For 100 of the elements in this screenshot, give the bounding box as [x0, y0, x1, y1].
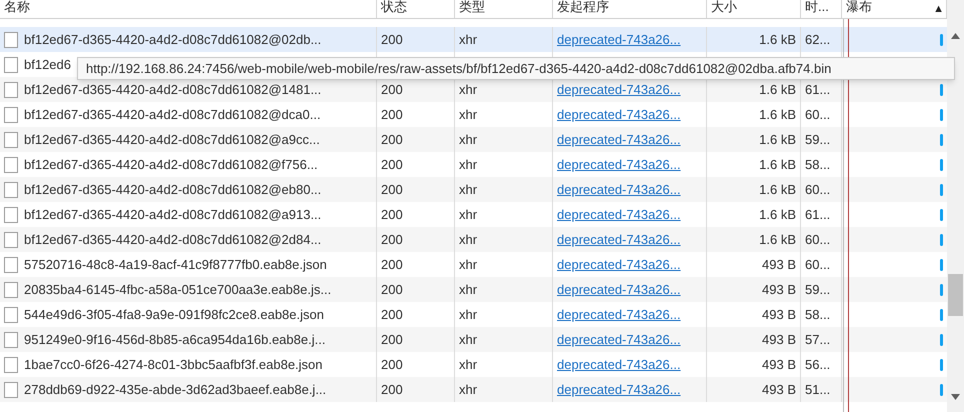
- initiator-link[interactable]: deprecated-743a26...: [557, 380, 681, 400]
- status-code: 200: [381, 306, 403, 324]
- response-size: 1.6 kB: [759, 206, 796, 224]
- request-row[interactable]: 278ddb69-d922-435e-abde-3d62ad3baeef.eab8e.j... 200 xhr deprecated-743a26... 493 B 51...: [0, 377, 947, 402]
- request-time: 58...: [805, 156, 830, 174]
- request-row[interactable]: bf12ed67-d365-4420-a4d2-d08c7dd61082@2d84... 200 xhr deprecated-743a26... 1.6 kB 60...: [0, 227, 947, 252]
- row-checkbox-icon[interactable]: [4, 182, 18, 198]
- column-header[interactable]: 状态: [381, 0, 407, 12]
- waterfall-bar: [940, 334, 943, 346]
- initiator-link[interactable]: deprecated-743a26...: [557, 180, 681, 200]
- scroll-up-icon[interactable]: [951, 33, 960, 39]
- row-checkbox-icon[interactable]: [4, 106, 18, 122]
- row-checkbox-icon[interactable]: [4, 56, 18, 72]
- status-code: 200: [381, 230, 403, 249]
- waterfall-bar: [940, 208, 943, 220]
- row-checkbox-icon[interactable]: [4, 256, 18, 272]
- initiator-link[interactable]: deprecated-743a26...: [557, 154, 681, 174]
- request-name: bf12ed6: [24, 56, 71, 74]
- request-name: bf12ed67-d365-4420-a4d2-d08c7dd61082@eb80...: [24, 180, 322, 199]
- row-checkbox-icon[interactable]: [4, 32, 18, 48]
- request-time: 56...: [805, 356, 830, 374]
- request-time: 57...: [805, 330, 830, 349]
- request-type: xhr: [459, 80, 478, 99]
- request-row[interactable]: bf12ed67-d365-4420-a4d2-d08c7dd61082@02db... 200 xhr deprecated-743a26... 1.6 kB 62...: [0, 27, 947, 52]
- column-header[interactable]: 时...: [805, 0, 829, 12]
- request-type: xhr: [459, 306, 478, 324]
- initiator-link[interactable]: deprecated-743a26...: [557, 230, 681, 250]
- row-checkbox-icon[interactable]: [4, 356, 18, 372]
- status-code: 200: [381, 180, 403, 199]
- column-header[interactable]: 类型: [459, 0, 485, 12]
- response-size: 1.6 kB: [759, 156, 796, 174]
- status-code: 200: [381, 280, 403, 299]
- row-checkbox-icon[interactable]: [4, 156, 18, 172]
- request-type: xhr: [459, 230, 478, 249]
- response-size: 1.6 kB: [759, 30, 796, 49]
- request-time: 51...: [805, 380, 830, 399]
- request-name: bf12ed67-d365-4420-a4d2-d08c7dd61082@dca0...: [24, 106, 321, 124]
- initiator-link[interactable]: deprecated-743a26...: [557, 254, 681, 274]
- scroll-down-icon[interactable]: [951, 394, 960, 400]
- waterfall-bar: [940, 134, 943, 146]
- initiator-link[interactable]: deprecated-743a26...: [557, 304, 681, 324]
- row-checkbox-icon[interactable]: [4, 306, 18, 322]
- request-type: xhr: [459, 106, 478, 124]
- scrollbar[interactable]: [947, 0, 964, 412]
- request-row[interactable]: bf12ed67-d365-4420-a4d2-d08c7dd61082@a9cc... 200 xhr deprecated-743a26... 1.6 kB 59...: [0, 127, 947, 152]
- row-checkbox-icon[interactable]: [4, 282, 18, 298]
- status-code: 200: [381, 80, 403, 99]
- row-checkbox-icon[interactable]: [4, 132, 18, 148]
- request-type: xhr: [459, 380, 478, 399]
- response-size: 1.6 kB: [759, 230, 796, 249]
- status-code: 200: [381, 30, 403, 49]
- request-name: bf12ed67-d365-4420-a4d2-d08c7dd61082@f756...: [24, 156, 318, 174]
- request-name: bf12ed67-d365-4420-a4d2-d08c7dd61082@1481...: [24, 80, 322, 99]
- request-time: 60...: [805, 180, 830, 199]
- response-size: 1.6 kB: [759, 106, 796, 124]
- response-size: 493 B: [762, 380, 796, 399]
- request-time: 58...: [805, 306, 830, 324]
- row-checkbox-icon[interactable]: [4, 206, 18, 222]
- status-code: 200: [381, 156, 403, 174]
- response-size: 1.6 kB: [759, 80, 796, 99]
- response-size: 493 B: [762, 306, 796, 324]
- waterfall-bar: [940, 284, 943, 296]
- row-checkbox-icon[interactable]: [4, 232, 18, 248]
- column-header[interactable]: 大小: [711, 0, 737, 12]
- waterfall-bar: [940, 358, 943, 370]
- initiator-link[interactable]: deprecated-743a26...: [557, 30, 681, 50]
- status-code: 200: [381, 330, 403, 349]
- initiator-link[interactable]: deprecated-743a26...: [557, 130, 681, 150]
- request-time: 60...: [805, 256, 830, 274]
- initiator-link[interactable]: deprecated-743a26...: [557, 354, 681, 374]
- request-time: 60...: [805, 230, 830, 249]
- request-type: xhr: [459, 256, 478, 274]
- request-row[interactable]: 20835ba4-6145-4fbc-a58a-051ce700aa3e.eab8e.js... 200 xhr deprecated-743a26... 493 B 59...: [0, 277, 947, 302]
- waterfall-bar: [940, 108, 943, 120]
- sort-indicator[interactable]: ▲: [933, 1, 944, 18]
- initiator-link[interactable]: deprecated-743a26...: [557, 280, 681, 300]
- initiator-link[interactable]: deprecated-743a26...: [557, 204, 681, 224]
- request-row[interactable]: bf12ed67-d365-4420-a4d2-d08c7dd61082@eb80... 200 xhr deprecated-743a26... 1.6 kB 60...: [0, 177, 947, 202]
- row-checkbox-icon[interactable]: [4, 332, 18, 348]
- status-code: 200: [381, 256, 403, 274]
- waterfall-bar: [940, 184, 943, 196]
- initiator-link[interactable]: deprecated-743a26...: [557, 330, 681, 350]
- request-name: 278ddb69-d922-435e-abde-3d62ad3baeef.eab8e.j...: [24, 380, 326, 399]
- request-name: bf12ed67-d365-4420-a4d2-d08c7dd61082@a913...: [24, 206, 322, 224]
- scrollbar-thumb[interactable]: [948, 274, 963, 316]
- row-checkbox-icon[interactable]: [4, 82, 18, 98]
- response-size: 493 B: [762, 256, 796, 274]
- request-row[interactable]: 951249e0-9f16-456d-8b85-a6ca954da16b.eab8e.j... 200 xhr deprecated-743a26... 493 B 57...: [0, 327, 947, 352]
- request-name: 951249e0-9f16-456d-8b85-a6ca954da16b.eab8e.j...: [24, 330, 326, 349]
- initiator-link[interactable]: deprecated-743a26...: [557, 80, 681, 100]
- request-time: 61...: [805, 206, 830, 224]
- row-checkbox-icon[interactable]: [4, 382, 18, 398]
- response-size: 493 B: [762, 356, 796, 374]
- request-name: 57520716-48c8-4a19-8acf-41c9f8777fb0.eab8e.json: [24, 256, 327, 274]
- initiator-link[interactable]: deprecated-743a26...: [557, 104, 681, 124]
- request-name: 1bae7cc0-6f26-4274-8c01-3bbc5aafbf3f.eab8e.json: [24, 356, 323, 374]
- request-name: 544e49d6-3f05-4fa8-9a9e-091f98fc2ce8.eab8e.json: [24, 306, 324, 324]
- column-header[interactable]: 瀑布: [846, 0, 872, 12]
- request-time: 62...: [805, 30, 830, 49]
- column-header[interactable]: 名称: [4, 0, 30, 12]
